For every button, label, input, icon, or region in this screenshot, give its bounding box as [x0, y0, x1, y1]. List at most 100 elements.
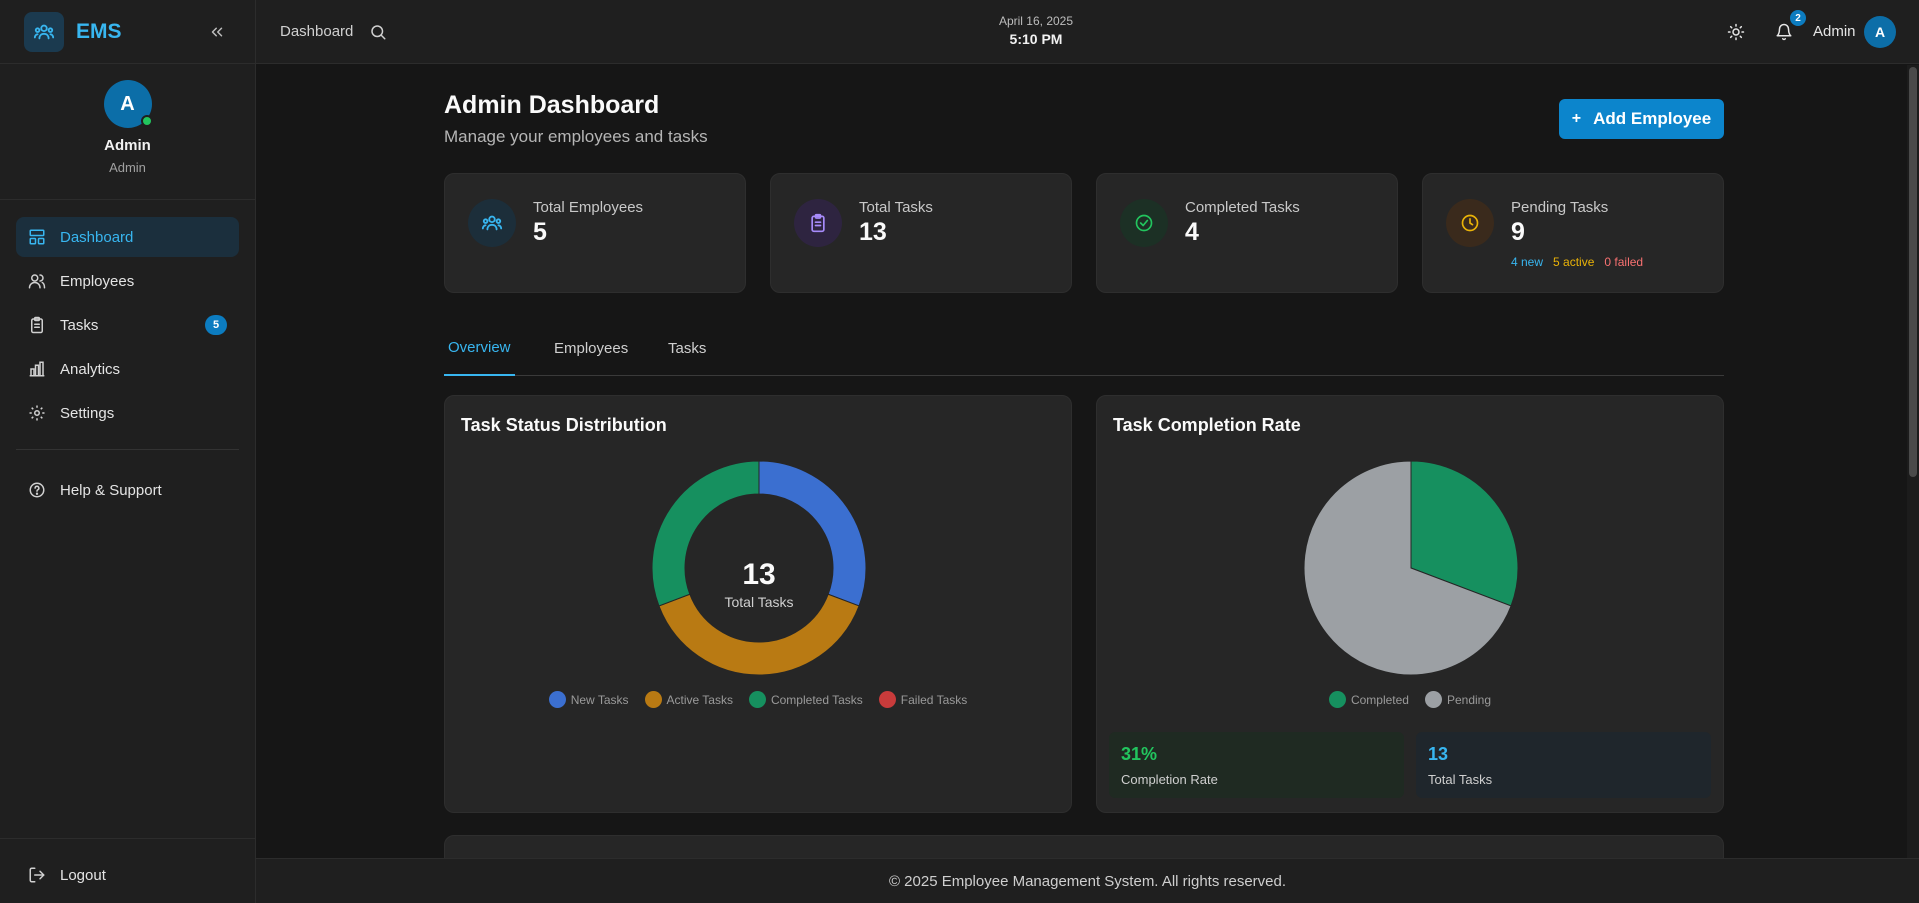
pending-failed-count: 0 failed [1604, 255, 1644, 269]
legend-item[interactable]: New Tasks [548, 691, 629, 708]
page-title: Admin Dashboard [444, 91, 660, 119]
total-tasks-box: 13 Total Tasks [1416, 732, 1711, 798]
legend-swatch [748, 691, 766, 708]
sidebar-divider [16, 449, 239, 450]
search-button[interactable] [366, 20, 390, 44]
donut-center-label: Total Tasks [724, 594, 794, 610]
legend-label: Failed Tasks [900, 692, 968, 707]
completion-legend: Completed Pending [1097, 691, 1723, 708]
users-icon[interactable] [24, 11, 64, 52]
brand-name[interactable]: EMS [76, 20, 122, 44]
user-avatar-button[interactable]: A [1864, 16, 1896, 48]
bell-icon [1776, 23, 1792, 41]
legend-swatch [644, 691, 662, 708]
scrollbar-thumb[interactable] [1909, 67, 1917, 477]
plus-icon: + [1571, 110, 1582, 127]
task-status-legend: New Tasks Active Tasks Completed Tasks Fail… [445, 691, 1071, 708]
sidebar-item-analytics[interactable]: Analytics [16, 349, 239, 389]
sidebar-item-employees[interactable]: Employees [16, 261, 239, 301]
stat-value: 9 [1511, 218, 1525, 246]
pending-breakdown: 4 new 5 active 0 failed [1511, 255, 1643, 269]
add-employee-label: Add Employee [1593, 109, 1712, 128]
sidebar-item-label: Help & Support [60, 481, 162, 499]
sidebar: EMS A Admin Admin Dashboard Employees Ta… [0, 0, 256, 903]
tab-tasks[interactable]: Tasks [664, 320, 710, 376]
bar-chart-icon [28, 360, 46, 378]
gear-icon [28, 404, 46, 422]
header-user-name[interactable]: Admin [1813, 23, 1856, 40]
sidebar-item-dashboard[interactable]: Dashboard [16, 217, 239, 257]
online-status-dot [140, 115, 153, 127]
clipboard-icon [794, 199, 842, 247]
sidebar-item-label: Dashboard [60, 228, 134, 246]
sidebar-item-help[interactable]: Help & Support [16, 470, 239, 510]
legend-item[interactable]: Completed Tasks [748, 691, 863, 708]
legend-swatch [878, 691, 896, 708]
completion-rate-box: 31% Completion Rate [1109, 732, 1404, 798]
logout-button[interactable]: Logout [16, 855, 239, 895]
page-subtitle: Manage your employees and tasks [444, 127, 708, 146]
legend-item[interactable]: Completed [1328, 691, 1409, 708]
legend-swatch [1328, 691, 1346, 708]
logout-label: Logout [60, 866, 106, 884]
dashboard-tabs: Overview Employees Tasks [444, 320, 1724, 376]
avatar: A [103, 80, 153, 128]
legend-item[interactable]: Active Tasks [644, 691, 733, 708]
breadcrumb[interactable]: Dashboard [280, 23, 353, 40]
legend-label: Completed [1350, 692, 1409, 707]
sidebar-item-tasks[interactable]: Tasks 5 [16, 305, 239, 345]
users-icon [468, 199, 516, 247]
pending-active-count: 5 active [1553, 255, 1595, 269]
legend-label: Active Tasks [666, 692, 733, 707]
add-employee-button[interactable]: + Add Employee [1559, 99, 1724, 139]
completion-rate-card: Task Completion Rate Completed Pending 31… [1096, 395, 1724, 813]
completion-rate-label: Completion Rate [1121, 772, 1218, 787]
legend-swatch [548, 691, 566, 708]
collapse-sidebar-button[interactable] [203, 18, 231, 46]
tab-employees[interactable]: Employees [550, 320, 632, 376]
stat-label: Total Employees [533, 199, 644, 216]
sidebar-item-settings[interactable]: Settings [16, 393, 239, 433]
stat-label: Total Tasks [859, 199, 933, 216]
task-status-card: Task Status Distribution 13 Total Tasks … [444, 395, 1072, 813]
users-icon [28, 272, 46, 290]
clock: April 16, 2025 5:10 PM [966, 14, 1106, 47]
notification-count-badge: 2 [1790, 10, 1806, 26]
tasks-count-badge: 5 [205, 315, 227, 335]
avatar-initial: A [1874, 24, 1886, 40]
brand: EMS [0, 0, 255, 64]
stat-value: 13 [859, 218, 887, 246]
stat-card-completed-tasks: Completed Tasks 4 [1096, 173, 1398, 293]
sun-icon [1727, 23, 1745, 41]
total-tasks-value: 13 [1428, 744, 1449, 764]
stat-card-total-employees: Total Employees 5 [444, 173, 746, 293]
dashboard-icon [28, 228, 46, 246]
clock-icon [1446, 199, 1494, 247]
current-time: 5:10 PM [1009, 31, 1063, 47]
main-content: Admin Dashboard Manage your employees an… [256, 65, 1907, 858]
clipboard-icon [28, 316, 46, 334]
current-date: April 16, 2025 [998, 14, 1074, 28]
logout-icon [28, 866, 46, 884]
tab-overview[interactable]: Overview [444, 320, 515, 376]
sidebar-nav: Dashboard Employees Tasks 5 Analytics Se… [0, 200, 255, 510]
sidebar-item-label: Employees [60, 272, 135, 290]
theme-toggle-button[interactable] [1724, 20, 1748, 44]
legend-label: Pending [1446, 692, 1492, 707]
next-section-card [444, 835, 1724, 858]
sidebar-item-label: Tasks [60, 316, 99, 334]
sidebar-item-label: Settings [60, 404, 115, 422]
legend-item[interactable]: Pending [1424, 691, 1492, 708]
help-circle-icon [28, 481, 46, 499]
pending-new-count: 4 new [1511, 255, 1544, 269]
footer-text: © 2025 Employee Management System. All r… [888, 872, 1287, 890]
logout-divider [0, 838, 255, 839]
main-scrollbar[interactable] [1907, 65, 1919, 858]
total-tasks-label: Total Tasks [1428, 772, 1493, 787]
profile-section: A Admin Admin [0, 64, 255, 200]
legend-item[interactable]: Failed Tasks [878, 691, 968, 708]
profile-name: Admin [104, 137, 151, 154]
profile-role: Admin [109, 160, 146, 175]
top-header: Dashboard April 16, 2025 5:10 PM 2 Admin… [256, 0, 1919, 64]
stat-card-pending-tasks: Pending Tasks 9 4 new 5 active 0 failed [1422, 173, 1724, 293]
